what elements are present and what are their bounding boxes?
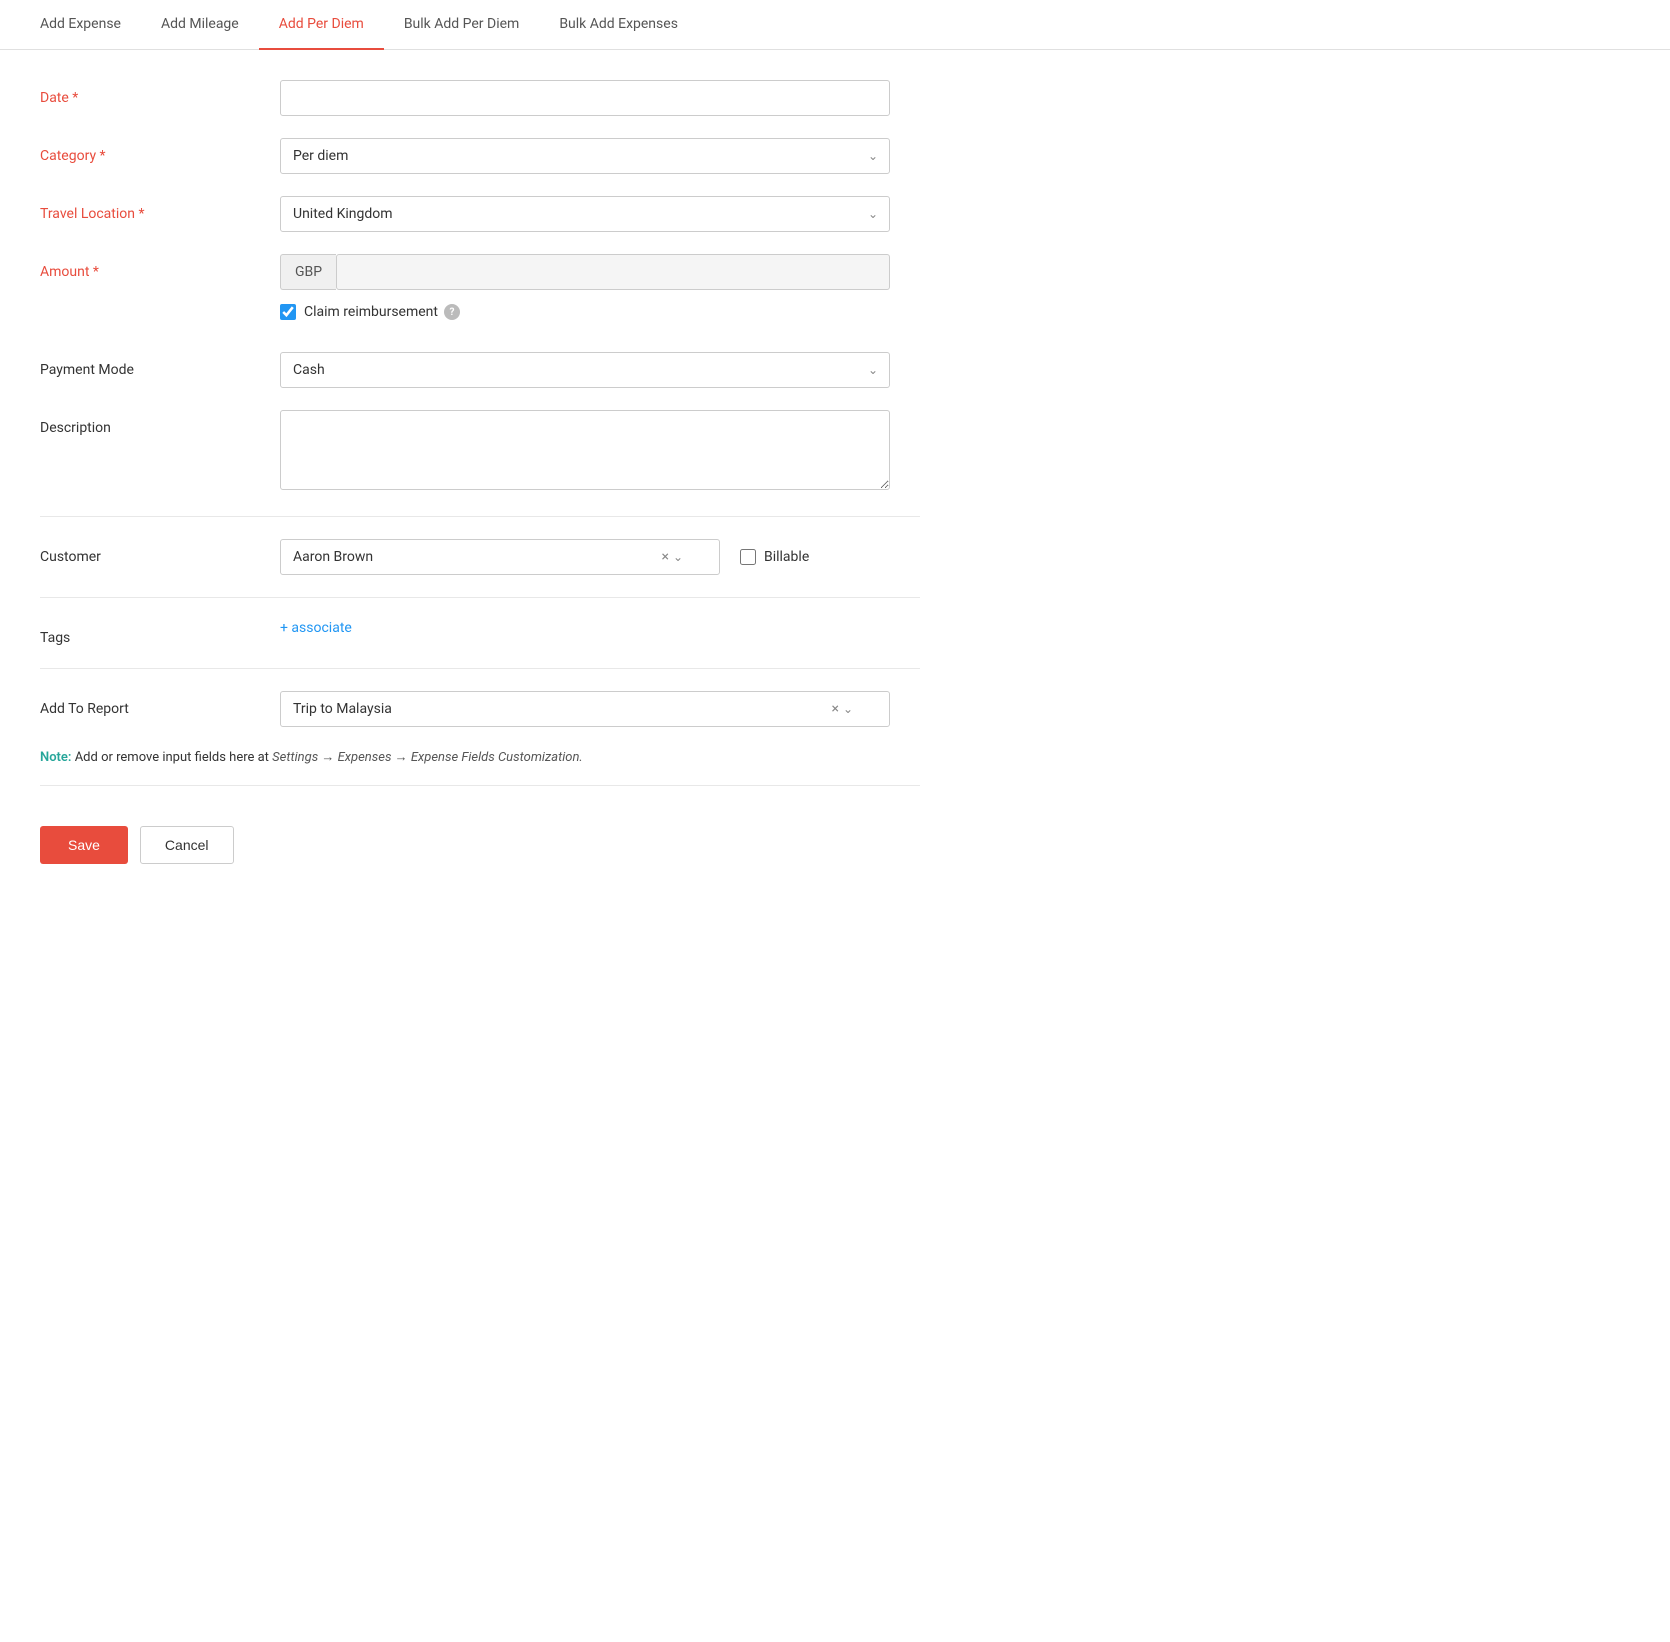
form-container: Date * 21.05.2019 Category * Per diem ⌄ … — [0, 50, 960, 904]
tags-row: Tags + associate — [40, 620, 920, 646]
tab-add-expense[interactable]: Add Expense — [20, 0, 141, 50]
travel-location-label: Travel Location * — [40, 196, 280, 222]
travel-location-row: Travel Location * United Kingdom ⌄ — [40, 196, 920, 232]
billable-label: Billable — [764, 549, 809, 565]
amount-row: Amount * GBP 70 Claim reimbursement ? — [40, 254, 920, 330]
customer-select-wrapper: Aaron Brown × ⌄ — [280, 539, 720, 575]
billable-wrapper: Billable — [740, 549, 809, 565]
tags-control: + associate — [280, 620, 890, 636]
add-to-report-label: Add To Report — [40, 691, 280, 717]
add-to-report-select[interactable]: Trip to Malaysia × ⌄ — [280, 691, 890, 727]
travel-location-control: United Kingdom ⌄ — [280, 196, 890, 232]
travel-location-select-wrapper: United Kingdom ⌄ — [280, 196, 890, 232]
tags-label: Tags — [40, 620, 280, 646]
add-to-report-row: Add To Report Trip to Malaysia × ⌄ — [40, 691, 920, 727]
button-row: Save Cancel — [40, 806, 920, 874]
category-select-wrapper: Per diem ⌄ — [280, 138, 890, 174]
amount-group: GBP 70 — [280, 254, 890, 290]
customer-field-row: Aaron Brown × ⌄ Billable — [280, 539, 890, 575]
date-label: Date * — [40, 80, 280, 106]
save-button[interactable]: Save — [40, 826, 128, 864]
divider-3 — [40, 668, 920, 669]
customer-label: Customer — [40, 539, 280, 565]
tab-bulk-add-expenses[interactable]: Bulk Add Expenses — [539, 0, 698, 50]
divider-2 — [40, 597, 920, 598]
customer-chevron-icon: ⌄ — [673, 550, 683, 564]
tab-bulk-add-per-diem[interactable]: Bulk Add Per Diem — [384, 0, 540, 50]
currency-badge: GBP — [280, 254, 336, 290]
travel-location-select[interactable]: United Kingdom — [280, 196, 890, 232]
category-control: Per diem ⌄ — [280, 138, 890, 174]
add-to-report-chevron-icon: ⌄ — [843, 702, 853, 716]
payment-mode-select-wrapper: Cash ⌄ — [280, 352, 890, 388]
payment-mode-control: Cash ⌄ — [280, 352, 890, 388]
amount-control: GBP 70 Claim reimbursement ? — [280, 254, 890, 330]
add-to-report-value: Trip to Malaysia — [293, 701, 831, 717]
date-control: 21.05.2019 — [280, 80, 890, 116]
customer-select[interactable]: Aaron Brown × ⌄ — [280, 539, 720, 575]
category-label: Category * — [40, 138, 280, 164]
divider-1 — [40, 516, 920, 517]
customer-value: Aaron Brown — [293, 549, 661, 565]
description-input[interactable] — [280, 410, 890, 490]
tab-add-per-diem[interactable]: Add Per Diem — [259, 0, 384, 50]
customer-clear-icon[interactable]: × — [661, 549, 668, 565]
amount-input[interactable]: 70 — [336, 254, 890, 290]
payment-mode-label: Payment Mode — [40, 352, 280, 378]
date-row: Date * 21.05.2019 — [40, 80, 920, 116]
date-input[interactable]: 21.05.2019 — [280, 80, 890, 116]
bottom-divider — [40, 785, 920, 786]
amount-label: Amount * — [40, 254, 280, 280]
tags-associate-link[interactable]: + associate — [280, 620, 352, 636]
note-path: Settings → Expenses → Expense Fields Cus… — [272, 750, 583, 765]
tab-bar: Add Expense Add Mileage Add Per Diem Bul… — [0, 0, 1670, 50]
note-text: Add or remove input fields here at — [75, 750, 272, 765]
add-to-report-clear-icon[interactable]: × — [831, 701, 838, 717]
claim-reimbursement-row: Claim reimbursement ? — [280, 304, 890, 320]
payment-mode-select[interactable]: Cash — [280, 352, 890, 388]
description-control — [280, 410, 890, 494]
category-row: Category * Per diem ⌄ — [40, 138, 920, 174]
cancel-button[interactable]: Cancel — [140, 826, 234, 864]
billable-checkbox[interactable] — [740, 549, 756, 565]
claim-reimbursement-label: Claim reimbursement — [304, 304, 438, 320]
note-row: Note: Add or remove input fields here at… — [40, 749, 920, 765]
claim-reimbursement-checkbox[interactable] — [280, 304, 296, 320]
claim-reimbursement-help-icon[interactable]: ? — [444, 304, 460, 320]
customer-control: Aaron Brown × ⌄ Billable — [280, 539, 890, 575]
description-row: Description — [40, 410, 920, 494]
tab-add-mileage[interactable]: Add Mileage — [141, 0, 259, 50]
payment-mode-row: Payment Mode Cash ⌄ — [40, 352, 920, 388]
customer-row: Customer Aaron Brown × ⌄ Billable — [40, 539, 920, 575]
description-label: Description — [40, 410, 280, 436]
add-to-report-control: Trip to Malaysia × ⌄ — [280, 691, 890, 727]
note-label: Note: — [40, 750, 71, 765]
category-select[interactable]: Per diem — [280, 138, 890, 174]
